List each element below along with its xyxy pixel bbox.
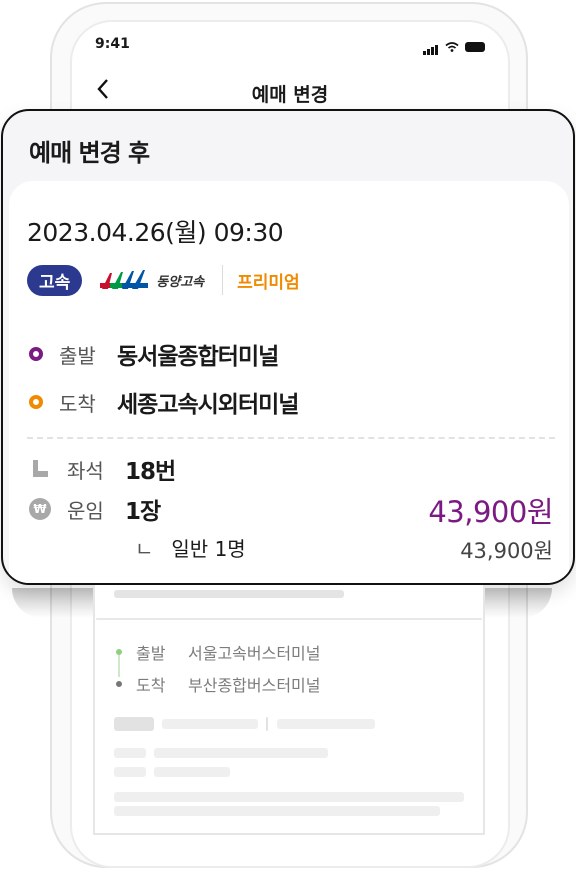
bus-info-row: 고속 동양고속 프리미엄 — [27, 264, 300, 296]
departure-row: 출발 동서울종합터미널 — [29, 337, 279, 371]
skeleton-line — [114, 748, 146, 758]
sub-corner-mark: ㄴ — [135, 537, 154, 561]
skeleton-line — [114, 806, 440, 816]
status-icons — [423, 39, 485, 55]
prev-departure-row: 출발 서울고속버스터미널 — [116, 641, 320, 663]
ticket-count: 1장 — [125, 499, 161, 525]
arrival-dot-icon — [29, 395, 43, 409]
prev-arrival-terminal: 부산종합버스터미널 — [188, 676, 321, 695]
arrival-terminal: 세종고속시외터미널 — [117, 392, 299, 418]
app-header: 예매 변경 — [95, 76, 485, 110]
seat-icon — [29, 458, 51, 480]
signal-icon — [423, 39, 439, 55]
prev-arrival-row: 도착 부산종합버스터미널 — [116, 673, 320, 695]
passenger-type: 일반 1명 — [171, 537, 246, 561]
changed-ticket-card: 예매 변경 후 2023.04.26(월) 09:30 고속 동양고속 프리미엄 — [1, 109, 575, 585]
page-title: 예매 변경 — [251, 84, 329, 106]
fare-breakdown: ㄴ 일반 1명 — [135, 533, 246, 562]
arrival-row: 도착 세종고속시외터미널 — [29, 385, 299, 419]
prev-arrival-dot-icon — [116, 681, 122, 687]
prev-departure-dot-icon — [116, 649, 122, 655]
fare-row: ₩ 운임 1장 — [29, 491, 161, 527]
dashed-divider — [27, 437, 555, 439]
passenger-fare: 43,900원 — [460, 539, 553, 563]
seat-number: 18번 — [125, 459, 176, 485]
departure-terminal: 동서울종합터미널 — [117, 344, 279, 370]
ticket-detail: 2023.04.26(월) 09:30 고속 동양고속 프리미엄 출발 동서울종… — [9, 181, 569, 583]
skeleton-line — [277, 719, 375, 729]
total-fare: 43,900원 — [428, 495, 553, 529]
status-bar: 9:41 — [95, 36, 485, 58]
skeleton-line — [114, 590, 344, 598]
skeleton-line — [154, 767, 230, 777]
operator-name: 동양고속 — [156, 274, 205, 290]
operator-logo: 동양고속 — [100, 269, 204, 291]
departure-datetime: 2023.04.26(월) 09:30 — [27, 218, 284, 247]
departure-label: 출발 — [59, 343, 96, 368]
skeleton-divider — [266, 717, 268, 731]
sheet-divider — [96, 618, 482, 620]
seat-row: 좌석 18번 — [29, 451, 176, 487]
wifi-icon — [445, 42, 459, 52]
status-time: 9:41 — [95, 36, 130, 52]
skeleton-line — [154, 748, 328, 758]
card-title: 예매 변경 후 — [29, 139, 150, 167]
arrival-label: 도착 — [59, 391, 96, 416]
prev-arrival-label: 도착 — [136, 676, 166, 695]
prev-departure-terminal: 서울고속버스터미널 — [188, 644, 321, 663]
skeleton-line — [114, 792, 464, 802]
battery-icon — [465, 42, 485, 52]
fare-label: 운임 — [67, 498, 104, 523]
seat-label: 좌석 — [67, 458, 104, 483]
skeleton-line — [114, 767, 146, 777]
operator-logo-icon — [100, 270, 149, 289]
skeleton-badge — [114, 717, 154, 731]
bus-type-badge: 고속 — [27, 264, 83, 296]
skeleton-line — [162, 719, 258, 729]
prev-departure-label: 출발 — [136, 644, 166, 663]
departure-dot-icon — [29, 347, 43, 361]
won-icon: ₩ — [29, 498, 51, 520]
divider — [222, 265, 224, 295]
bus-grade: 프리미엄 — [237, 272, 300, 293]
